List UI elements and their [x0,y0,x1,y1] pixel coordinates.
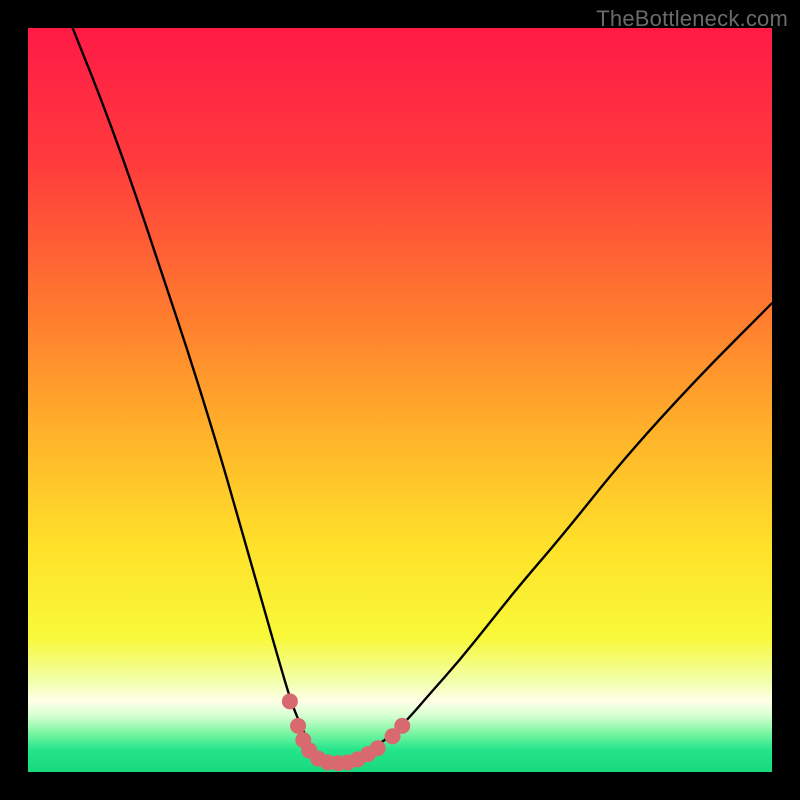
curve-marker [282,693,298,709]
curve-marker [394,718,410,734]
bottleneck-chart [28,28,772,772]
curve-marker [370,740,386,756]
gradient-background [28,28,772,772]
curve-marker [290,718,306,734]
plot-area [28,28,772,772]
chart-frame: TheBottleneck.com [0,0,800,800]
